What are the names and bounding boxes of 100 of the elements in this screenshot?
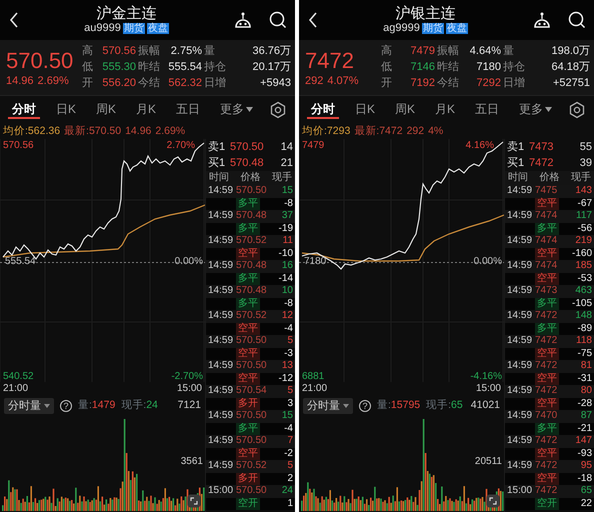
- robot-icon[interactable]: [532, 11, 552, 29]
- chart-tab[interactable]: 日K: [350, 100, 379, 119]
- stat-value: 7192: [410, 77, 435, 90]
- tick-time: 14:59: [507, 335, 534, 348]
- trade-type: 空平: [535, 398, 559, 410]
- tag: 夜盘: [446, 23, 468, 34]
- tick-price: 7470: [535, 410, 558, 422]
- tick-delta: -160: [570, 248, 592, 260]
- tick-volume: 16: [282, 260, 293, 272]
- tick-volume: 15: [282, 410, 293, 422]
- tick-price: 570.52: [236, 310, 268, 322]
- volume-axis-max: 41021: [470, 398, 500, 414]
- chart-tab[interactable]: 周K: [390, 100, 419, 119]
- trade-type: 多平: [535, 322, 559, 335]
- tick-delta: -75: [576, 348, 592, 360]
- axis-base-percent: 0.00%: [174, 256, 203, 267]
- stat-label: 今结: [437, 77, 460, 90]
- robot-icon[interactable]: [233, 11, 253, 29]
- more-menu[interactable]: 更多: [216, 100, 257, 119]
- stat-value: 4.64%: [468, 45, 501, 58]
- tick-price: 7472: [535, 385, 558, 398]
- tick-volume: 118: [576, 335, 592, 348]
- tick-time: 14:59: [507, 360, 534, 372]
- stat-label: 低: [381, 61, 393, 74]
- stat-value: 198.0万: [550, 45, 590, 58]
- tick-price: 570.52: [236, 460, 268, 472]
- chart-tab[interactable]: 周K: [92, 100, 120, 119]
- percent-change: 4.07%: [327, 74, 359, 88]
- indicator-dropdown[interactable]: 分时量: [4, 398, 54, 414]
- tick-time: 15:00: [507, 485, 534, 498]
- tick-time: 14:59: [208, 285, 234, 298]
- column-header: 价格: [240, 171, 260, 185]
- tick-time: 15:00: [208, 485, 234, 498]
- settings-icon[interactable]: [268, 100, 287, 118]
- tick-delta: -93: [576, 448, 592, 460]
- trade-type: 空开: [535, 498, 559, 510]
- tick-price: 570.54: [236, 385, 268, 398]
- trade-type: 空平: [535, 472, 559, 485]
- tick-volume: 24: [282, 485, 293, 498]
- chart-tab[interactable]: 五日: [470, 100, 503, 119]
- stat-label: 开: [381, 77, 393, 90]
- tick-price: 570.48: [236, 285, 268, 298]
- tick-time: 14:59: [208, 235, 234, 248]
- tick-time: 14:59: [507, 460, 534, 472]
- chart-tab[interactable]: 日K: [52, 100, 80, 119]
- price-change: 14.96: [6, 74, 34, 88]
- fullscreen-icon[interactable]: [187, 494, 201, 508]
- tick-time: 14:59: [208, 460, 234, 472]
- tick-delta: -3: [283, 348, 293, 360]
- help-icon[interactable]: ?: [60, 400, 72, 412]
- trade-type: 空平: [535, 348, 559, 360]
- tick-volume: 143: [575, 185, 592, 198]
- more-menu[interactable]: 更多: [514, 100, 556, 119]
- trade-type: 空平: [236, 372, 260, 385]
- trade-type: 多开: [236, 472, 260, 485]
- back-icon[interactable]: [8, 11, 20, 29]
- trade-type: 空平: [236, 348, 260, 360]
- settings-icon[interactable]: [568, 100, 586, 118]
- tick-price: 570.50: [236, 410, 268, 422]
- stat-value: 7146: [410, 61, 435, 74]
- help-icon[interactable]: ?: [359, 400, 371, 412]
- chart-tab[interactable]: 五日: [172, 100, 204, 119]
- stat-label: 量: [503, 45, 515, 58]
- tick-delta: -67: [576, 198, 592, 210]
- stat-label: 今结: [138, 77, 161, 90]
- tick-delta: -53: [576, 272, 592, 285]
- percent-change: 2.69%: [38, 74, 69, 88]
- chart-tab[interactable]: 分时: [307, 100, 339, 119]
- stat-value: 555.54: [167, 61, 202, 74]
- chart-tab[interactable]: 分时: [8, 100, 40, 119]
- indicator-dropdown[interactable]: 分时量: [303, 398, 353, 414]
- tick-volume: 7: [287, 435, 293, 448]
- search-icon[interactable]: [269, 11, 287, 29]
- axis-high-price: 570.56: [3, 140, 34, 151]
- search-icon[interactable]: [568, 11, 586, 29]
- tag: 夜盘: [146, 23, 169, 34]
- column-header: 时间: [209, 171, 229, 185]
- axis-low-percent: -2.70%: [171, 371, 203, 382]
- tick-volume: 5: [287, 385, 293, 398]
- column-header: 现手: [272, 171, 292, 185]
- last-price: 570.50: [6, 48, 74, 74]
- volume-reading: 量:1479: [78, 398, 116, 414]
- average-price-label: 均价:: [3, 125, 28, 137]
- trade-type: 多平: [236, 422, 260, 435]
- chart-tab[interactable]: 月K: [132, 100, 160, 119]
- trade-type: 空平: [535, 272, 559, 285]
- order-book-size: 14: [280, 140, 293, 154]
- axis-start-time: 21:00: [3, 382, 28, 396]
- stat-label: 量: [204, 45, 216, 58]
- chart-tab[interactable]: 月K: [430, 100, 459, 119]
- trade-type: 空平: [535, 198, 559, 210]
- fullscreen-icon[interactable]: [486, 494, 500, 508]
- stat-value: 556.20: [101, 77, 136, 90]
- axis-low-price: 540.52: [3, 371, 34, 382]
- back-icon[interactable]: [307, 11, 319, 29]
- contract-code: ag9999: [383, 22, 420, 35]
- last-volume-reading: 现手:65: [426, 398, 463, 414]
- volume-axis-mid: 20511: [474, 456, 502, 467]
- tick-delta: -31: [576, 372, 592, 385]
- trade-type: 多平: [236, 222, 260, 235]
